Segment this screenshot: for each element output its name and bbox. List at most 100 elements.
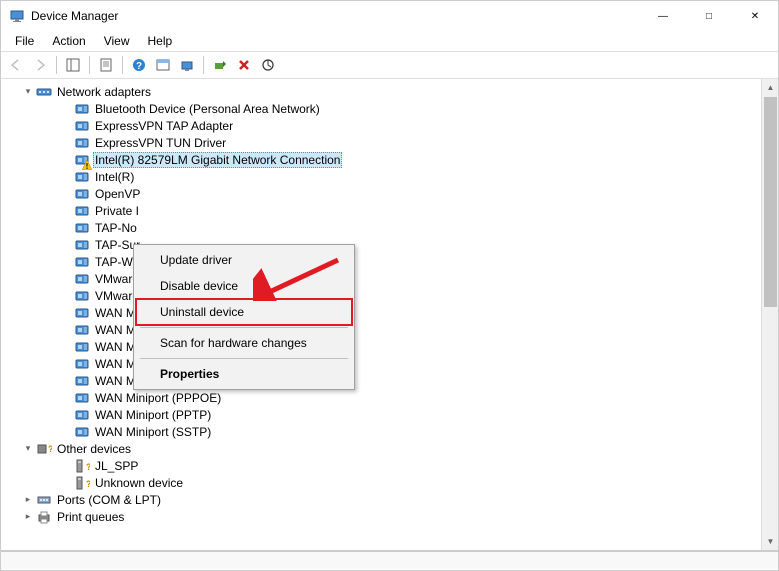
tree-item-label: TAP-Wi (93, 255, 137, 269)
expand-toggle[interactable]: ▸ (21, 510, 35, 524)
scroll-thumb[interactable] (764, 97, 777, 307)
device-icon: ? (74, 458, 90, 474)
device-icon (36, 84, 52, 100)
menubar: File Action View Help (1, 31, 778, 51)
device-item[interactable]: WAN Miniport (IKEv2) (7, 304, 778, 321)
properties-button[interactable] (95, 54, 117, 76)
device-icon (74, 356, 90, 372)
update-driver-button[interactable] (257, 54, 279, 76)
device-item[interactable]: Intel(R) (7, 168, 778, 185)
expand-toggle[interactable]: ▾ (21, 442, 35, 456)
device-item[interactable]: ?Unknown device (7, 474, 778, 491)
device-item[interactable]: VMware (7, 270, 778, 287)
menu-help[interactable]: Help (140, 32, 181, 50)
device-icon (74, 152, 90, 168)
menu-action[interactable]: Action (44, 32, 93, 50)
device-icon (74, 424, 90, 440)
device-item[interactable]: TAP-Wi (7, 253, 778, 270)
device-icon (74, 407, 90, 423)
device-item[interactable]: WAN Miniport (Network Monitor) (7, 372, 778, 389)
device-item[interactable]: WAN Miniport (IPv6) (7, 338, 778, 355)
device-icon (74, 169, 90, 185)
device-icon (74, 322, 90, 338)
close-button[interactable]: ✕ (732, 1, 778, 31)
device-icon (74, 220, 90, 236)
device-item[interactable]: ?JL_SPP (7, 457, 778, 474)
device-item[interactable]: WAN Miniport (PPPOE) (7, 389, 778, 406)
svg-text:?: ? (48, 444, 52, 454)
ctx-separator (140, 358, 348, 359)
tree-item-label: OpenVP (93, 187, 142, 201)
device-icon (74, 186, 90, 202)
svg-text:?: ? (86, 462, 90, 472)
tree-item-label: TAP-No (93, 221, 139, 235)
expand-toggle[interactable]: ▸ (21, 493, 35, 507)
device-icon (36, 492, 52, 508)
device-tree: ▾Network adapters Bluetooth Device (Perso… (1, 79, 778, 550)
device-item[interactable]: WAN Miniport (PPTP) (7, 406, 778, 423)
ctx-properties[interactable]: Properties (136, 361, 352, 387)
device-item[interactable]: ExpressVPN TAP Adapter (7, 117, 778, 134)
device-item[interactable]: WAN Miniport (IP) (7, 321, 778, 338)
toolbar-icon[interactable] (152, 54, 174, 76)
device-icon (74, 135, 90, 151)
device-item[interactable]: TAP-No (7, 219, 778, 236)
device-item[interactable]: VMware Virtual Ethernet Adapter for VMne… (7, 287, 778, 304)
device-icon (74, 271, 90, 287)
device-item[interactable]: WAN Miniport (L2TP) (7, 355, 778, 372)
device-icon (36, 509, 52, 525)
tree-item-label: JL_SPP (93, 459, 140, 473)
uninstall-device-button[interactable] (233, 54, 255, 76)
svg-text:?: ? (136, 61, 142, 72)
tree-item-label: Other devices (55, 442, 133, 456)
tree-item-label: Private I (93, 204, 141, 218)
device-icon (74, 101, 90, 117)
minimize-button[interactable]: — (640, 1, 686, 31)
tree-item-label: ExpressVPN TUN Driver (93, 136, 228, 150)
device-icon (74, 237, 90, 253)
vertical-scrollbar[interactable]: ▲ ▼ (761, 79, 778, 550)
device-item[interactable]: OpenVP (7, 185, 778, 202)
svg-text:?: ? (86, 479, 90, 489)
device-item[interactable]: Bluetooth Device (Personal Area Network) (7, 100, 778, 117)
scroll-up-arrow[interactable]: ▲ (762, 79, 778, 96)
ctx-disable-device[interactable]: Disable device (136, 273, 352, 299)
maximize-button[interactable]: □ (686, 1, 732, 31)
scan-hardware-button[interactable] (176, 54, 198, 76)
ctx-update-driver[interactable]: Update driver (136, 247, 352, 273)
tree-item-label: WAN Miniport (PPPOE) (93, 391, 223, 405)
ctx-separator (140, 327, 348, 328)
device-manager-icon (9, 8, 25, 24)
device-icon: ? (74, 475, 90, 491)
menu-view[interactable]: View (96, 32, 138, 50)
scroll-down-arrow[interactable]: ▼ (762, 533, 778, 550)
device-icon (74, 288, 90, 304)
device-icon (74, 339, 90, 355)
device-item[interactable]: WAN Miniport (SSTP) (7, 423, 778, 440)
toolbar-separator (56, 56, 57, 74)
tree-item-label: Unknown device (93, 476, 185, 490)
category-network-adapters[interactable]: ▾Network adapters (7, 83, 778, 100)
toolbar-separator (122, 56, 123, 74)
tree-item-label: Bluetooth Device (Personal Area Network) (93, 102, 322, 116)
device-icon (74, 118, 90, 134)
show-hide-tree-button[interactable] (62, 54, 84, 76)
category-item[interactable]: ▾?Other devices (7, 440, 778, 457)
device-icon (74, 390, 90, 406)
category-item[interactable]: ▸Print queues (7, 508, 778, 525)
ctx-uninstall-device[interactable]: Uninstall device (136, 299, 352, 325)
device-item[interactable]: Private I (7, 202, 778, 219)
device-item[interactable]: Intel(R) 82579LM Gigabit Network Connect… (7, 151, 778, 168)
tree-area: ▾Network adapters Bluetooth Device (Perso… (1, 79, 778, 551)
expand-toggle[interactable]: ▾ (21, 85, 35, 99)
tree-item-label: WAN Miniport (SSTP) (93, 425, 213, 439)
menu-file[interactable]: File (7, 32, 42, 50)
device-item[interactable]: ExpressVPN TUN Driver (7, 134, 778, 151)
enable-device-button[interactable] (209, 54, 231, 76)
category-item[interactable]: ▸Ports (COM & LPT) (7, 491, 778, 508)
titlebar: Device Manager — □ ✕ (1, 1, 778, 31)
tree-item-label: WAN Miniport (PPTP) (93, 408, 213, 422)
device-item[interactable]: TAP-Sur (7, 236, 778, 253)
help-button[interactable]: ? (128, 54, 150, 76)
ctx-scan-hardware[interactable]: Scan for hardware changes (136, 330, 352, 356)
